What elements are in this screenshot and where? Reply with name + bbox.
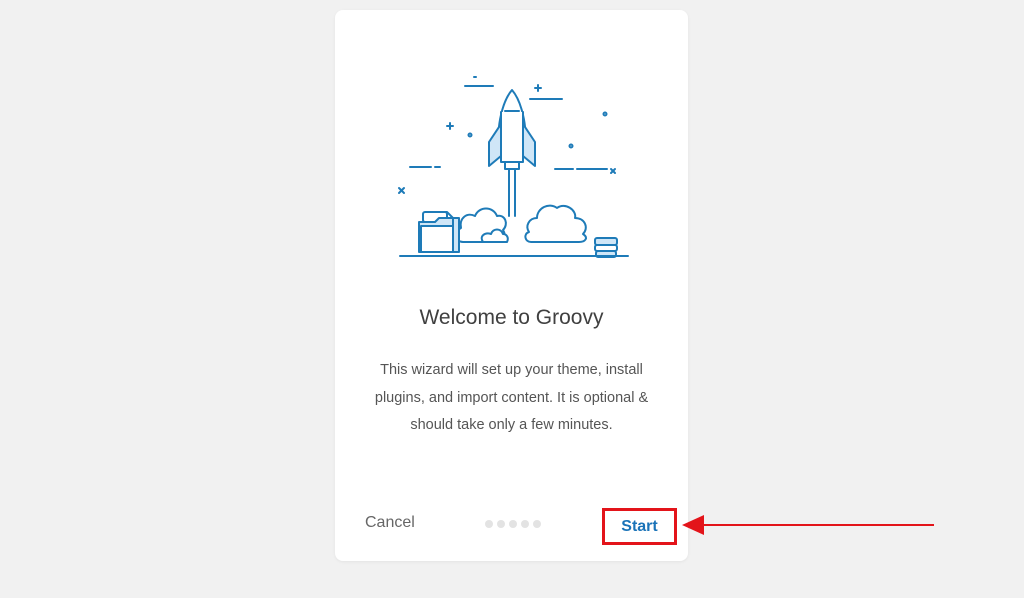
wizard-footer: Cancel Start [335, 508, 688, 545]
step-dot [521, 520, 529, 528]
step-dot [485, 520, 493, 528]
start-button-label: Start [621, 517, 658, 535]
step-dot [497, 520, 505, 528]
setup-wizard-card: Welcome to Groovy This wizard will set u… [335, 10, 688, 561]
step-dot [509, 520, 517, 528]
step-indicator [485, 520, 541, 528]
rocket-launch-illustration [398, 76, 629, 258]
wizard-title: Welcome to Groovy [419, 306, 604, 329]
start-button[interactable]: Start [602, 508, 677, 545]
wizard-description: This wizard will set up your theme, inst… [374, 362, 649, 433]
cancel-button[interactable]: Cancel [365, 514, 415, 532]
arrow-left-icon [682, 515, 934, 535]
step-dot [533, 520, 541, 528]
